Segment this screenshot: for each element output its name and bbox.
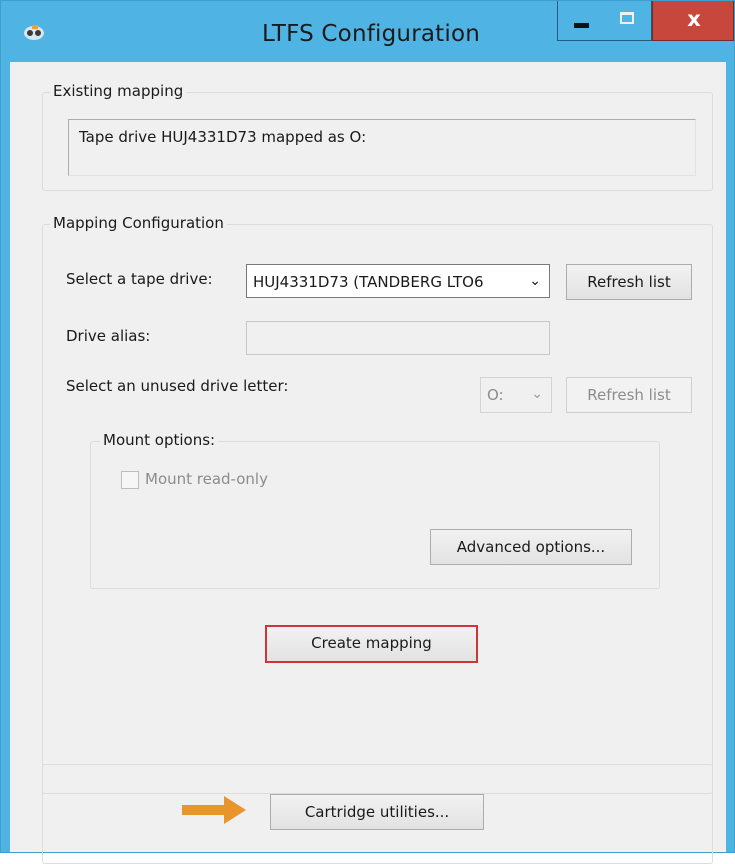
mount-options-group bbox=[90, 441, 660, 589]
dialog-client-area: Existing mapping Tape drive HUJ4331D73 m… bbox=[10, 62, 726, 864]
drive-alias-label: Drive alias: bbox=[66, 327, 151, 345]
tape-drive-value: HUJ4331D73 (TANDBERG LTO6 bbox=[253, 273, 484, 291]
ltfs-configuration-window: LTFS Configuration x Existing mapping Ta… bbox=[0, 0, 735, 864]
chevron-down-icon: ⌄ bbox=[529, 273, 541, 289]
window-title: LTFS Configuration bbox=[261, 21, 480, 47]
maximize-button[interactable] bbox=[604, 1, 652, 41]
mapping-configuration-legend: Mapping Configuration bbox=[50, 214, 227, 232]
drive-letter-value: O: bbox=[487, 386, 504, 404]
advanced-options-button[interactable]: Advanced options... bbox=[430, 529, 632, 565]
tape-drive-select[interactable]: HUJ4331D73 (TANDBERG LTO6 ⌄ bbox=[246, 264, 550, 298]
minimize-button[interactable] bbox=[557, 1, 605, 41]
cartridge-utilities-button[interactable]: Cartridge utilities... bbox=[270, 794, 484, 830]
refresh-tape-list-button[interactable]: Refresh list bbox=[566, 264, 692, 300]
drive-alias-input[interactable] bbox=[246, 321, 550, 355]
create-mapping-button[interactable]: Create mapping bbox=[265, 625, 478, 663]
drive-letter-select[interactable]: O: ⌄ bbox=[480, 377, 552, 413]
existing-mapping-text: Tape drive HUJ4331D73 mapped as O: bbox=[68, 119, 696, 176]
chevron-down-icon: ⌄ bbox=[531, 386, 543, 402]
close-icon: x bbox=[687, 7, 701, 31]
mount-options-legend: Mount options: bbox=[100, 431, 219, 449]
drive-letter-label: Select an unused drive letter: bbox=[66, 377, 289, 395]
existing-mapping-legend: Existing mapping bbox=[50, 82, 187, 100]
mount-read-only-checkbox[interactable] bbox=[121, 471, 139, 489]
mount-read-only-label[interactable]: Mount read-only bbox=[145, 470, 268, 488]
maximize-icon bbox=[620, 12, 634, 24]
arrow-right-icon bbox=[182, 796, 246, 824]
tape-drive-label: Select a tape drive: bbox=[66, 270, 213, 288]
close-button[interactable]: x bbox=[652, 1, 734, 41]
minimize-icon bbox=[574, 23, 589, 28]
tape-app-icon[interactable] bbox=[23, 23, 45, 41]
refresh-letter-list-button[interactable]: Refresh list bbox=[566, 377, 692, 413]
title-bar[interactable]: LTFS Configuration x bbox=[1, 1, 734, 61]
